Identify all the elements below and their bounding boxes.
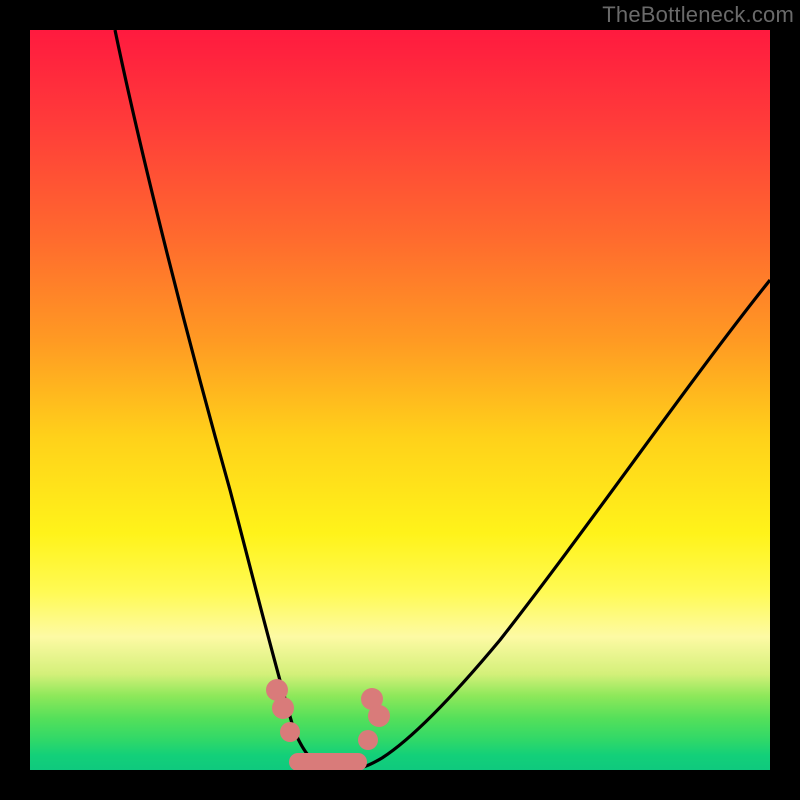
trough-marker-icon: [358, 730, 378, 750]
trough-marker-icon: [280, 722, 300, 742]
chart-svg: [30, 30, 770, 770]
chart-plot-area: [30, 30, 770, 770]
watermark-label: TheBottleneck.com: [602, 2, 794, 28]
trough-marker-icon: [368, 705, 390, 727]
right-curve: [358, 280, 770, 768]
chart-frame: TheBottleneck.com: [0, 0, 800, 800]
trough-marker-icon: [272, 697, 294, 719]
left-curve: [115, 30, 326, 768]
